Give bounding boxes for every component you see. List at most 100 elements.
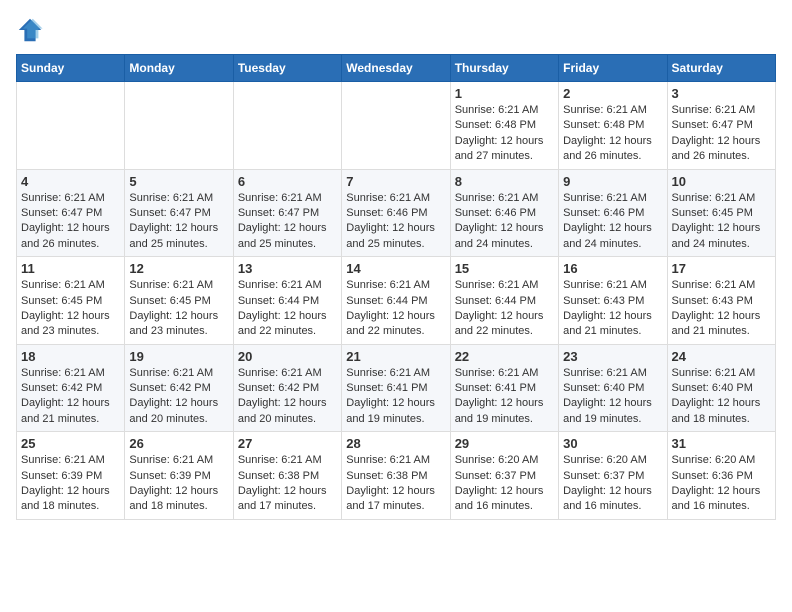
day-number: 8 <box>455 174 554 189</box>
day-number: 1 <box>455 86 554 101</box>
calendar-cell <box>342 82 450 170</box>
weekday-header-thursday: Thursday <box>450 55 558 82</box>
calendar-cell <box>125 82 233 170</box>
day-number: 19 <box>129 349 228 364</box>
day-info: Sunrise: 6:21 AM Sunset: 6:46 PM Dayligh… <box>455 191 554 253</box>
calendar-cell: 30Sunrise: 6:20 AM Sunset: 6:37 PM Dayli… <box>559 432 667 520</box>
day-info: Sunrise: 6:21 AM Sunset: 6:41 PM Dayligh… <box>346 366 445 428</box>
day-number: 26 <box>129 436 228 451</box>
day-info: Sunrise: 6:21 AM Sunset: 6:41 PM Dayligh… <box>455 366 554 428</box>
calendar-cell: 5 Sunrise: 6:21 AM Sunset: 6:47 PM Daylig… <box>125 169 233 257</box>
calendar-cell: 28Sunrise: 6:21 AM Sunset: 6:38 PM Dayli… <box>342 432 450 520</box>
calendar-week-2: 4 Sunrise: 6:21 AM Sunset: 6:47 PM Daylig… <box>17 169 776 257</box>
day-info: Sunrise: 6:21 AM Sunset: 6:44 PM Dayligh… <box>346 278 445 340</box>
day-info: Sunrise: 6:21 AM Sunset: 6:42 PM Dayligh… <box>129 366 228 428</box>
calendar-cell: 1 Sunrise: 6:21 AM Sunset: 6:48 PM Daylig… <box>450 82 558 170</box>
calendar-cell: 17Sunrise: 6:21 AM Sunset: 6:43 PM Dayli… <box>667 257 775 345</box>
day-info: Sunrise: 6:21 AM Sunset: 6:47 PM Dayligh… <box>21 191 120 253</box>
day-number: 6 <box>238 174 337 189</box>
day-info: Sunrise: 6:21 AM Sunset: 6:48 PM Dayligh… <box>455 103 554 165</box>
calendar-cell: 7 Sunrise: 6:21 AM Sunset: 6:46 PM Daylig… <box>342 169 450 257</box>
calendar-cell: 2 Sunrise: 6:21 AM Sunset: 6:48 PM Daylig… <box>559 82 667 170</box>
day-number: 5 <box>129 174 228 189</box>
calendar-body: 1 Sunrise: 6:21 AM Sunset: 6:48 PM Daylig… <box>17 82 776 520</box>
day-info: Sunrise: 6:21 AM Sunset: 6:43 PM Dayligh… <box>563 278 662 340</box>
calendar-cell: 16 Sunrise: 6:21 AM Sunset: 6:43 PM Dayli… <box>559 257 667 345</box>
calendar-cell <box>233 82 341 170</box>
logo <box>16 16 48 44</box>
day-number: 3 <box>672 86 771 101</box>
day-info: Sunrise: 6:21 AM Sunset: 6:39 PM Dayligh… <box>21 453 120 515</box>
day-number: 7 <box>346 174 445 189</box>
day-number: 2 <box>563 86 662 101</box>
day-info: Sunrise: 6:21 AM Sunset: 6:45 PM Dayligh… <box>21 278 120 340</box>
calendar-cell: 10 Sunrise: 6:21 AM Sunset: 6:45 PM Dayli… <box>667 169 775 257</box>
weekday-header-wednesday: Wednesday <box>342 55 450 82</box>
day-number: 31 <box>672 436 771 451</box>
day-info: Sunrise: 6:21 AM Sunset: 6:38 PM Dayligh… <box>238 453 337 515</box>
calendar-cell: 14 Sunrise: 6:21 AM Sunset: 6:44 PM Dayli… <box>342 257 450 345</box>
calendar-cell: 22Sunrise: 6:21 AM Sunset: 6:41 PM Dayli… <box>450 344 558 432</box>
day-number: 10 <box>672 174 771 189</box>
day-info: Sunrise: 6:20 AM Sunset: 6:37 PM Dayligh… <box>455 453 554 515</box>
calendar-cell: 11 Sunrise: 6:21 AM Sunset: 6:45 PM Dayli… <box>17 257 125 345</box>
calendar-week-4: 18 Sunrise: 6:21 AM Sunset: 6:42 PM Dayli… <box>17 344 776 432</box>
calendar-cell: 6 Sunrise: 6:21 AM Sunset: 6:47 PM Daylig… <box>233 169 341 257</box>
calendar-cell: 12 Sunrise: 6:21 AM Sunset: 6:45 PM Dayli… <box>125 257 233 345</box>
day-number: 15 <box>455 261 554 276</box>
calendar-cell: 27 Sunrise: 6:21 AM Sunset: 6:38 PM Dayli… <box>233 432 341 520</box>
calendar-cell: 21Sunrise: 6:21 AM Sunset: 6:41 PM Dayli… <box>342 344 450 432</box>
day-info: Sunrise: 6:21 AM Sunset: 6:47 PM Dayligh… <box>129 191 228 253</box>
calendar-cell: 25 Sunrise: 6:21 AM Sunset: 6:39 PM Dayli… <box>17 432 125 520</box>
day-number: 27 <box>238 436 337 451</box>
day-info: Sunrise: 6:21 AM Sunset: 6:45 PM Dayligh… <box>672 191 771 253</box>
day-info: Sunrise: 6:21 AM Sunset: 6:42 PM Dayligh… <box>21 366 120 428</box>
weekday-header-saturday: Saturday <box>667 55 775 82</box>
weekday-header-tuesday: Tuesday <box>233 55 341 82</box>
logo-icon <box>16 16 44 44</box>
calendar-cell: 4 Sunrise: 6:21 AM Sunset: 6:47 PM Daylig… <box>17 169 125 257</box>
day-info: Sunrise: 6:21 AM Sunset: 6:40 PM Dayligh… <box>563 366 662 428</box>
day-info: Sunrise: 6:21 AM Sunset: 6:47 PM Dayligh… <box>238 191 337 253</box>
day-info: Sunrise: 6:20 AM Sunset: 6:37 PM Dayligh… <box>563 453 662 515</box>
page-header <box>16 16 776 44</box>
day-info: Sunrise: 6:21 AM Sunset: 6:47 PM Dayligh… <box>672 103 771 165</box>
day-info: Sunrise: 6:21 AM Sunset: 6:46 PM Dayligh… <box>346 191 445 253</box>
day-number: 11 <box>21 261 120 276</box>
day-info: Sunrise: 6:21 AM Sunset: 6:39 PM Dayligh… <box>129 453 228 515</box>
day-number: 14 <box>346 261 445 276</box>
day-number: 24 <box>672 349 771 364</box>
weekday-header-monday: Monday <box>125 55 233 82</box>
day-info: Sunrise: 6:21 AM Sunset: 6:44 PM Dayligh… <box>455 278 554 340</box>
weekday-header-friday: Friday <box>559 55 667 82</box>
calendar-week-5: 25 Sunrise: 6:21 AM Sunset: 6:39 PM Dayli… <box>17 432 776 520</box>
day-number: 9 <box>563 174 662 189</box>
day-number: 12 <box>129 261 228 276</box>
calendar-cell: 13 Sunrise: 6:21 AM Sunset: 6:44 PM Dayli… <box>233 257 341 345</box>
day-info: Sunrise: 6:21 AM Sunset: 6:43 PM Dayligh… <box>672 278 771 340</box>
calendar-week-1: 1 Sunrise: 6:21 AM Sunset: 6:48 PM Daylig… <box>17 82 776 170</box>
day-info: Sunrise: 6:21 AM Sunset: 6:48 PM Dayligh… <box>563 103 662 165</box>
day-info: Sunrise: 6:21 AM Sunset: 6:44 PM Dayligh… <box>238 278 337 340</box>
weekday-header-row: SundayMondayTuesdayWednesdayThursdayFrid… <box>17 55 776 82</box>
day-info: Sunrise: 6:20 AM Sunset: 6:36 PM Dayligh… <box>672 453 771 515</box>
day-number: 4 <box>21 174 120 189</box>
calendar-cell: 19 Sunrise: 6:21 AM Sunset: 6:42 PM Dayli… <box>125 344 233 432</box>
calendar-week-3: 11 Sunrise: 6:21 AM Sunset: 6:45 PM Dayli… <box>17 257 776 345</box>
calendar-cell: 31 Sunrise: 6:20 AM Sunset: 6:36 PM Dayli… <box>667 432 775 520</box>
calendar-cell: 29Sunrise: 6:20 AM Sunset: 6:37 PM Dayli… <box>450 432 558 520</box>
calendar-cell: 20 Sunrise: 6:21 AM Sunset: 6:42 PM Dayli… <box>233 344 341 432</box>
day-number: 23 <box>563 349 662 364</box>
calendar-table: SundayMondayTuesdayWednesdayThursdayFrid… <box>16 54 776 520</box>
calendar-cell: 3 Sunrise: 6:21 AM Sunset: 6:47 PM Daylig… <box>667 82 775 170</box>
calendar-cell: 15 Sunrise: 6:21 AM Sunset: 6:44 PM Dayli… <box>450 257 558 345</box>
day-info: Sunrise: 6:21 AM Sunset: 6:45 PM Dayligh… <box>129 278 228 340</box>
day-number: 28 <box>346 436 445 451</box>
day-number: 20 <box>238 349 337 364</box>
day-info: Sunrise: 6:21 AM Sunset: 6:42 PM Dayligh… <box>238 366 337 428</box>
day-number: 18 <box>21 349 120 364</box>
day-number: 25 <box>21 436 120 451</box>
day-number: 13 <box>238 261 337 276</box>
day-number: 16 <box>563 261 662 276</box>
day-info: Sunrise: 6:21 AM Sunset: 6:40 PM Dayligh… <box>672 366 771 428</box>
